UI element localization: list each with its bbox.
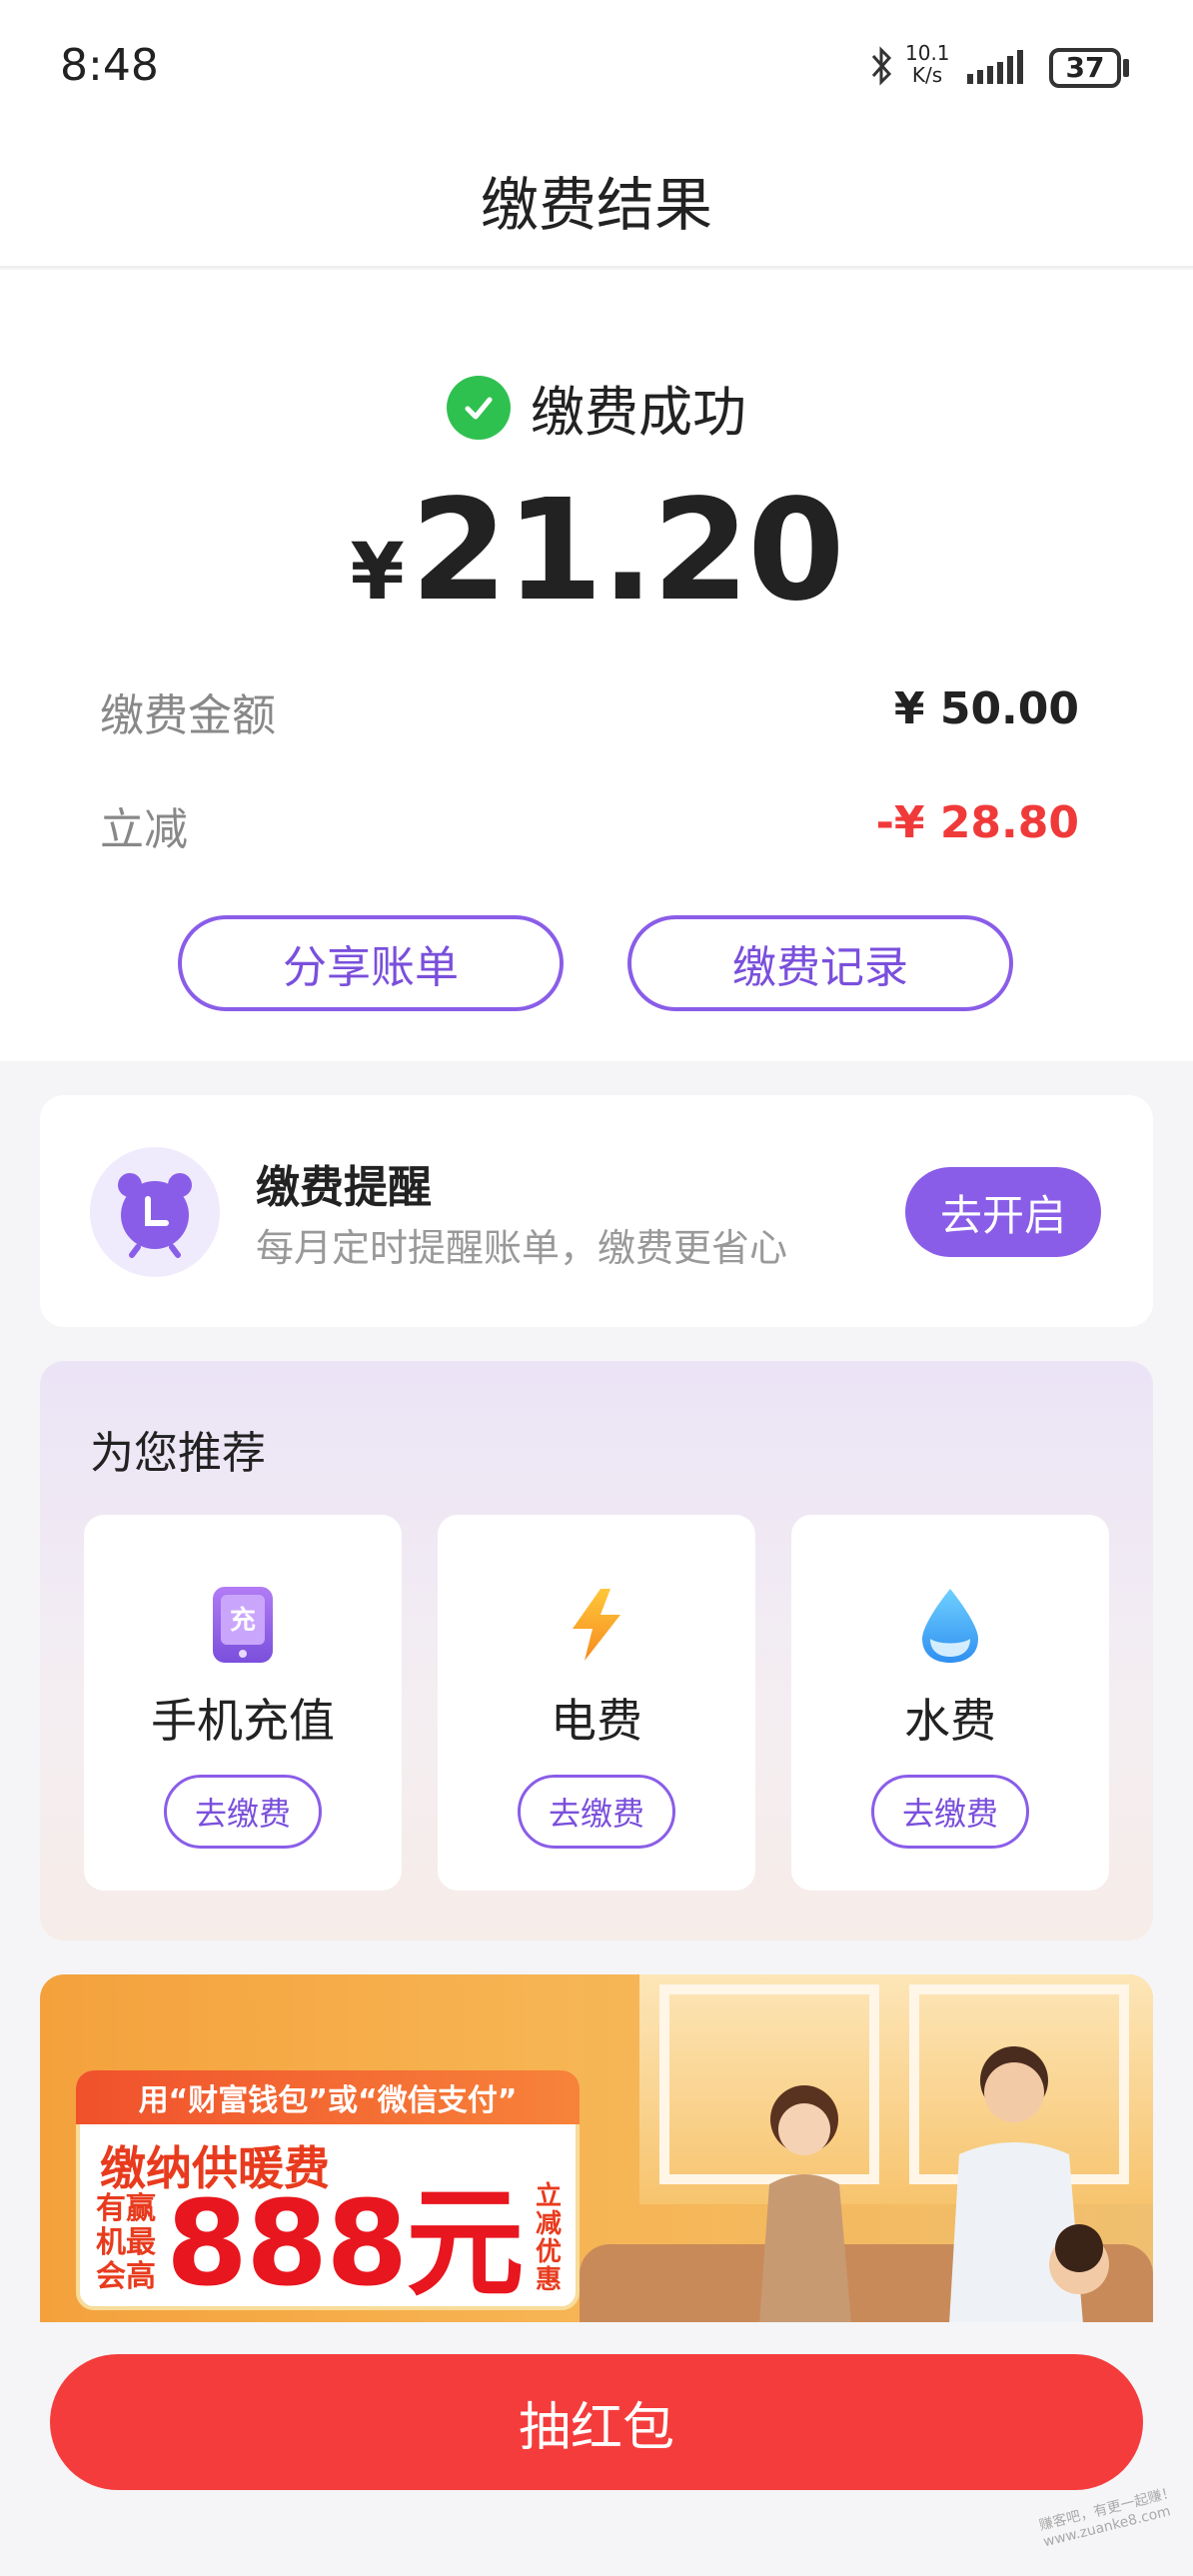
payment-records-button[interactable]: 缴费记录 — [627, 915, 1013, 1011]
draw-red-packet-button[interactable]: 抽红包 — [50, 2354, 1143, 2490]
network-speed-value: 10.1 — [905, 41, 950, 65]
reminder-description: 每月定时提醒账单，缴费更省心 — [256, 1226, 788, 1270]
recommend-label-water: 水费 — [904, 1694, 996, 1748]
enable-reminder-button[interactable]: 去开启 — [905, 1167, 1101, 1257]
banner-man-illustration — [949, 2046, 1109, 2322]
alarm-clock-icon — [90, 1147, 220, 1277]
payment-amount-value: ¥ 50.00 — [893, 683, 1079, 734]
recommend-label-electricity: 电费 — [551, 1694, 642, 1748]
recommend-label-phone: 手机充值 — [151, 1694, 335, 1748]
phone-recharge-glyph: 充 — [230, 1605, 256, 1636]
currency-symbol: ¥ — [350, 528, 405, 618]
banner-woman-illustration — [759, 2085, 851, 2322]
status-time: 8:48 — [60, 40, 159, 91]
success-status: 缴费成功 — [0, 368, 1193, 447]
water-drop-icon — [922, 1589, 978, 1663]
battery-tip — [1123, 59, 1129, 77]
recommend-title: 为您推荐 — [90, 1428, 266, 1479]
payment-amount-label: 缴费金额 — [100, 690, 276, 741]
banner-small-line: 有赢 — [96, 2191, 156, 2226]
share-bill-button[interactable]: 分享账单 — [178, 915, 564, 1011]
network-speed-unit: K/s — [911, 63, 943, 87]
pay-phone-button[interactable]: 去缴费 — [164, 1775, 322, 1849]
battery-indicator: 37 — [1049, 48, 1121, 88]
pay-electricity-button[interactable]: 去缴费 — [518, 1775, 675, 1849]
success-text: 缴费成功 — [531, 381, 746, 444]
banner-side-text: 立减优惠 — [536, 2181, 563, 2295]
bluetooth-icon — [871, 46, 892, 86]
checkmark-icon — [447, 375, 511, 440]
page-title: 缴费结果 — [480, 171, 712, 239]
banner-line1: 用“财富钱包”或“微信支付” — [76, 2070, 580, 2124]
paid-amount: ¥ 21.20 — [0, 470, 1193, 633]
banner-small-text: 有赢 机最 会高 — [96, 2192, 156, 2294]
banner-small-line: 机最 — [96, 2225, 156, 2260]
amount-value: 21.20 — [410, 470, 845, 633]
network-speed: 10.1 K/s — [905, 41, 950, 87]
discount-label: 立减 — [100, 804, 188, 855]
lightning-icon — [573, 1589, 620, 1661]
banner-small-line: 会高 — [96, 2259, 156, 2294]
discount-value: -¥ 28.80 — [875, 797, 1079, 848]
pay-water-button[interactable]: 去缴费 — [871, 1775, 1029, 1849]
reminder-title: 缴费提醒 — [256, 1162, 432, 1213]
phone-recharge-icon: 充 — [213, 1587, 273, 1663]
signal-icon — [967, 50, 1023, 84]
banner-big-amount: 888元 — [166, 2174, 524, 2312]
